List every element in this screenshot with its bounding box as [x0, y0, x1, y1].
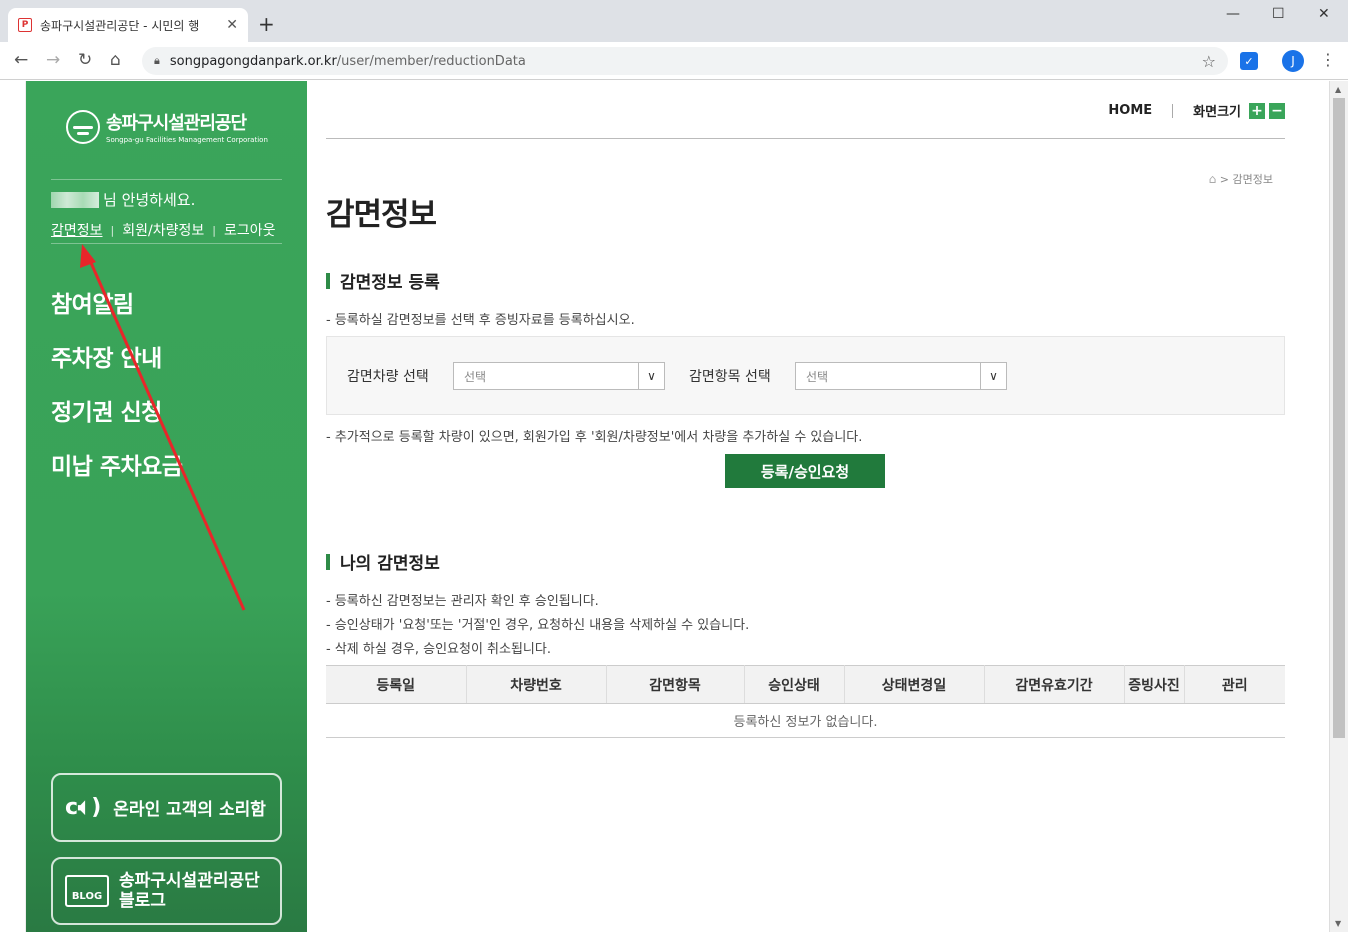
profile-avatar[interactable]: J: [1282, 50, 1304, 72]
logo-korean-name: 송파구시설관리공단: [106, 113, 247, 134]
tab-title: 송파구시설관리공단 - 시민의 행: [40, 18, 200, 33]
col-registered-date: 등록일: [326, 665, 467, 704]
reload-icon[interactable]: ↻: [78, 50, 92, 70]
speaker-icon: c🔈︎): [65, 795, 102, 820]
menu-item-parking-guide[interactable]: 주차장 안내: [51, 339, 182, 393]
bookmark-star-icon[interactable]: ☆: [1202, 52, 1216, 71]
chevron-down-icon: ∨: [980, 363, 1006, 389]
divider: [51, 179, 282, 180]
blog-button[interactable]: BLOG 송파구시설관리공단 블로그: [51, 857, 282, 925]
header-divider: [326, 138, 1285, 139]
user-menu-member-vehicle-info[interactable]: 회원/차량정보: [122, 220, 204, 240]
left-margin: [0, 81, 26, 932]
blurred-username: [51, 191, 99, 208]
page-title: 감면정보: [326, 197, 437, 233]
zoom-out-button[interactable]: −: [1269, 102, 1285, 119]
my-note-3: - 삭제 하실 경우, 승인요청이 취소됩니다.: [326, 642, 551, 657]
user-menu-reduction-info[interactable]: 감면정보: [51, 220, 103, 240]
register-note: - 등록하실 감면정보를 선택 후 증빙자료를 등록하십시오.: [326, 313, 635, 328]
home-icon[interactable]: ⌂: [110, 50, 121, 70]
customer-voice-label: 온라인 고객의 소리함: [113, 800, 266, 820]
scrollbar-thumb[interactable]: [1333, 98, 1345, 738]
main-menu: 참여알림 주차장 안내 정기권 신청 미납 주차요금: [51, 285, 183, 501]
reduction-table: 등록일 차량번호 감면항목 승인상태 상태변경일 감면유효기간 증빙사진 관리 …: [326, 665, 1285, 738]
additional-vehicle-note: - 추가적으로 등록할 차량이 있으면, 회원가입 후 '회원/차량정보'에서 …: [326, 430, 863, 445]
back-arrow-icon[interactable]: ←: [14, 50, 28, 70]
my-section-heading: 나의 감면정보: [326, 549, 440, 574]
site-favicon-icon: P: [18, 18, 32, 32]
col-reduction-item: 감면항목: [606, 665, 745, 704]
page-viewport: 송파구시설관리공단 Songpa-gu Facilities Managemen…: [0, 81, 1348, 932]
lock-icon: 🔒︎: [154, 54, 160, 67]
register-request-button[interactable]: 등록/승인요청: [725, 454, 885, 488]
user-menu-logout[interactable]: 로그아웃: [224, 220, 276, 240]
col-approval-status: 승인상태: [744, 665, 845, 704]
col-manage: 관리: [1184, 665, 1285, 704]
menu-item-unpaid-fee[interactable]: 미납 주차요금: [51, 447, 183, 501]
col-vehicle-number: 차량번호: [466, 665, 607, 704]
browser-tab-strip: P 송파구시설관리공단 - 시민의 행 ✕ + — ☐ ✕: [0, 0, 1348, 42]
browser-menu-icon[interactable]: ⋮: [1320, 50, 1336, 69]
close-tab-icon[interactable]: ✕: [226, 17, 238, 33]
reduction-form: 감면차량 선택 선택 ∨ 감면항목 선택 선택 ∨: [326, 336, 1285, 415]
new-tab-button[interactable]: +: [258, 12, 275, 36]
top-navigation: HOME 화면크기 + −: [1108, 101, 1285, 120]
blog-label-line2: 블로그: [119, 891, 166, 911]
forward-arrow-icon[interactable]: →: [46, 50, 60, 70]
menu-item-season-ticket[interactable]: 정기권 신청: [51, 393, 182, 447]
user-greeting: 님 안녕하세요.: [51, 189, 195, 210]
item-select[interactable]: 선택 ∨: [795, 362, 1007, 390]
empty-message: 등록하신 정보가 없습니다.: [326, 703, 1285, 738]
scrollbar[interactable]: ▲ ▼: [1329, 81, 1348, 932]
logo[interactable]: 송파구시설관리공단 Songpa-gu Facilities Managemen…: [66, 109, 268, 144]
table-header-row: 등록일 차량번호 감면항목 승인상태 상태변경일 감면유효기간 증빙사진 관리: [326, 665, 1285, 704]
sidebar: 송파구시설관리공단 Songpa-gu Facilities Managemen…: [26, 81, 307, 932]
home-icon[interactable]: ⌂: [1209, 172, 1217, 186]
url-path: /user/member/reductionData: [336, 53, 526, 69]
vehicle-select-label: 감면차량 선택: [347, 369, 429, 385]
logo-english-name: Songpa-gu Facilities Management Corporat…: [106, 136, 268, 144]
col-status-change-date: 상태변경일: [844, 665, 985, 704]
url-domain: songpagongdanpark.or.kr: [169, 53, 337, 69]
window-close-icon[interactable]: ✕: [1318, 6, 1330, 22]
scroll-up-icon[interactable]: ▲: [1335, 85, 1341, 94]
my-note-1: - 등록하신 감면정보는 관리자 확인 후 승인됩니다.: [326, 594, 599, 609]
home-link[interactable]: HOME: [1108, 103, 1152, 118]
blog-label-line1: 송파구시설관리공단: [119, 871, 260, 891]
item-select-label: 감면항목 선택: [689, 369, 771, 385]
menu-item-notice[interactable]: 참여알림: [51, 285, 182, 339]
table-row: 등록하신 정보가 없습니다.: [326, 703, 1285, 738]
breadcrumb-current: 감면정보: [1232, 173, 1273, 186]
zoom-in-button[interactable]: +: [1249, 102, 1265, 119]
chevron-down-icon: ∨: [638, 363, 664, 389]
register-section-heading: 감면정보 등록: [326, 268, 440, 293]
font-size-label: 화면크기: [1193, 105, 1241, 120]
col-proof-photo: 증빙사진: [1124, 665, 1185, 704]
user-menu: 감면정보 | 회원/차량정보 | 로그아웃: [51, 220, 276, 240]
customer-voice-button[interactable]: c🔈︎) 온라인 고객의 소리함: [51, 773, 282, 842]
browser-tab[interactable]: P 송파구시설관리공단 - 시민의 행 ✕: [8, 8, 248, 42]
maximize-icon[interactable]: ☐: [1272, 6, 1285, 22]
vehicle-select[interactable]: 선택 ∨: [453, 362, 665, 390]
browser-toolbar: ← → ↻ ⌂ 🔒︎ songpagongdanpark.or.kr/user/…: [0, 42, 1348, 80]
address-bar[interactable]: 🔒︎ songpagongdanpark.or.kr/user/member/r…: [142, 47, 1228, 75]
scroll-down-icon[interactable]: ▼: [1335, 919, 1341, 928]
breadcrumb: ⌂ > 감면정보: [1208, 172, 1273, 186]
divider: [51, 243, 282, 244]
col-valid-period: 감면유효기간: [984, 665, 1125, 704]
minimize-icon[interactable]: —: [1226, 6, 1240, 22]
greeting-text: 님 안녕하세요.: [103, 191, 196, 209]
main-content: HOME 화면크기 + − ⌂ > 감면정보 감면정보 감면정보 등록 - 등록…: [307, 81, 1329, 932]
blog-icon: BLOG: [65, 875, 109, 907]
logo-mark-icon: [66, 109, 100, 144]
extension-icon[interactable]: ✓: [1240, 52, 1258, 70]
my-note-2: - 승인상태가 '요청'또는 '거절'인 경우, 요청하신 내용을 삭제하실 수…: [326, 618, 750, 633]
